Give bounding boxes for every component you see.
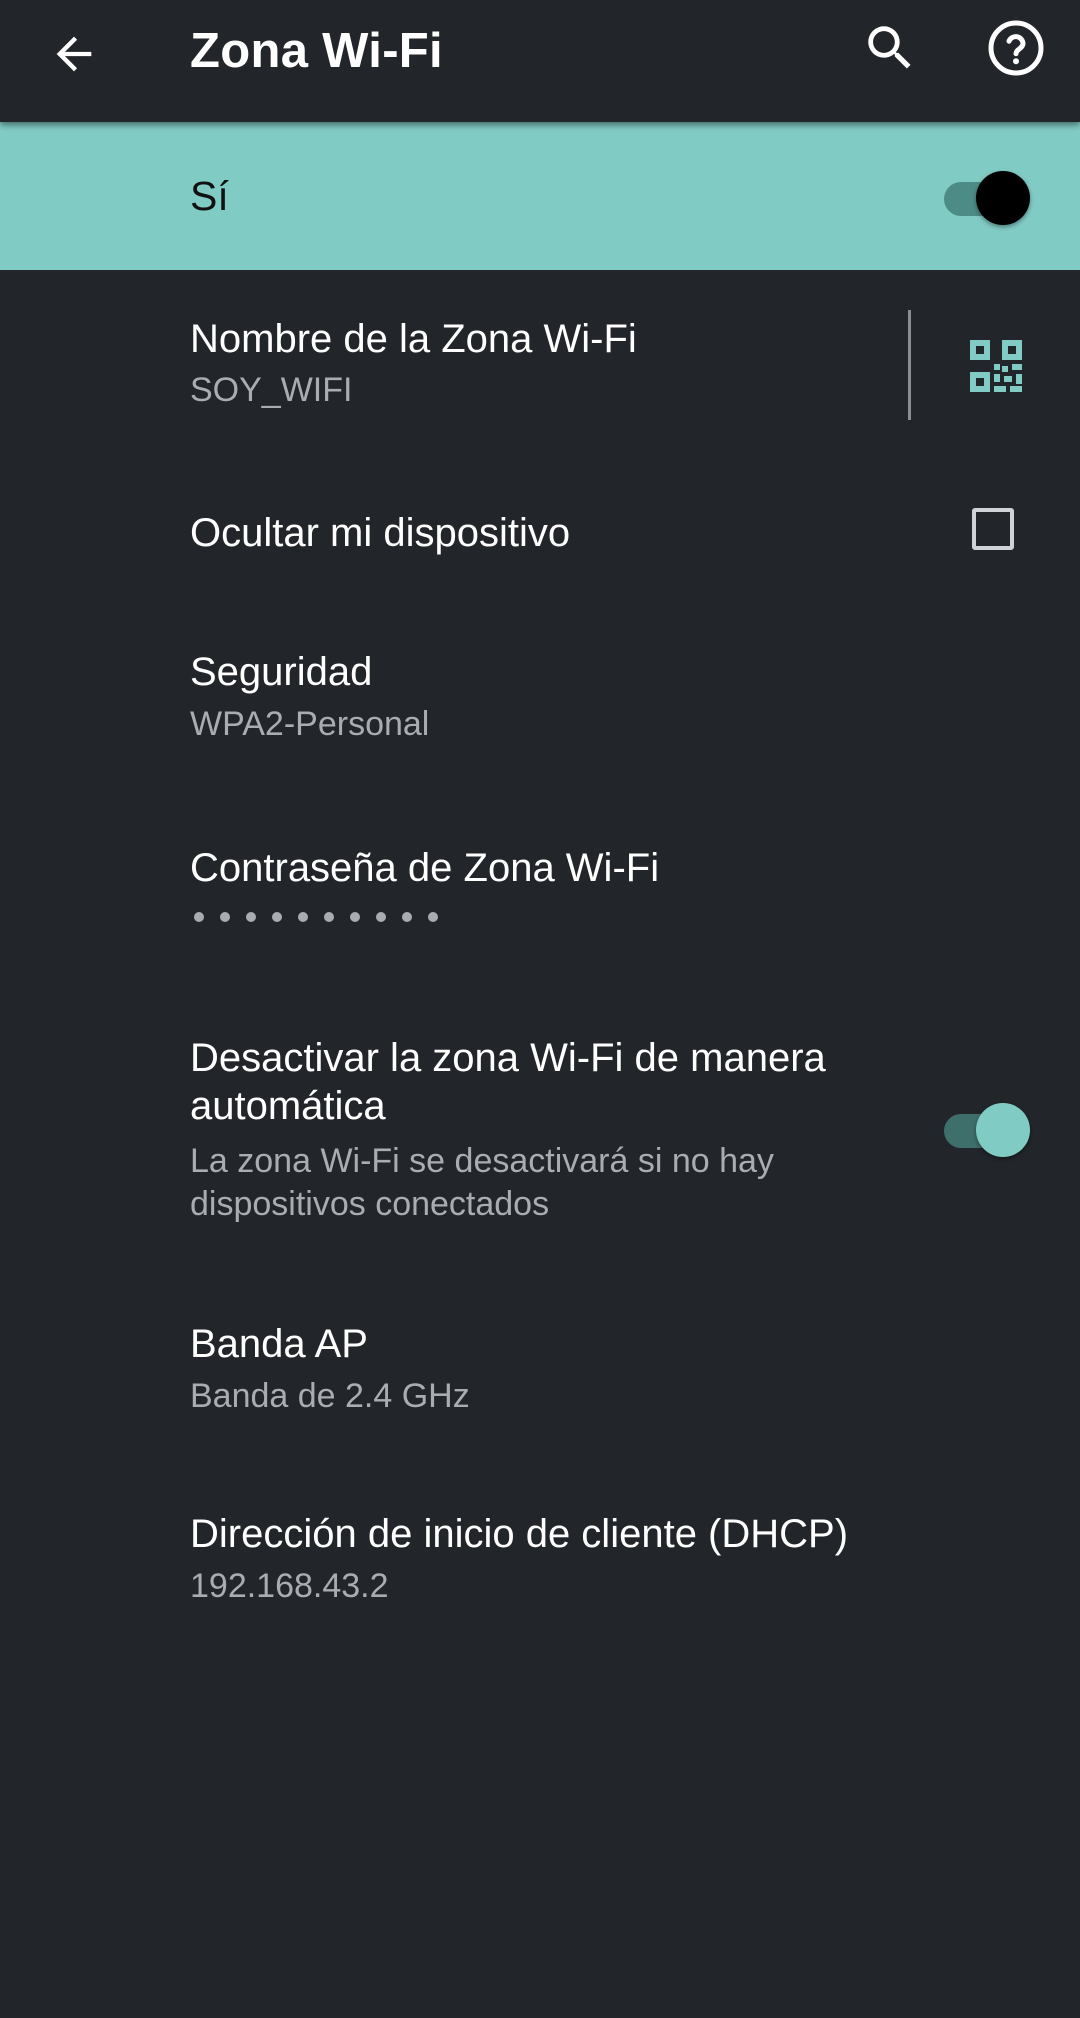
masked-password [194, 912, 438, 922]
preference-security[interactable]: Seguridad WPA2-Personal [0, 620, 1080, 800]
preference-summary: WPA2-Personal [190, 705, 430, 743]
hide-device-checkbox[interactable] [972, 508, 1014, 550]
page-title: Zona Wi-Fi [190, 24, 443, 78]
switch-thumb [976, 1103, 1030, 1157]
qr-code-button[interactable] [970, 340, 1022, 392]
preference-dhcp[interactable]: Dirección de inicio de cliente (DHCP) 19… [0, 1480, 1080, 1660]
vertical-divider [908, 310, 911, 420]
preference-summary-line1: La zona Wi-Fi se desactivará si no hay [190, 1142, 774, 1180]
preference-summary: Banda de 2.4 GHz [190, 1377, 470, 1415]
preference-title: Seguridad [190, 650, 373, 694]
preference-summary-line2: dispositivos conectados [190, 1185, 550, 1223]
search-button[interactable] [856, 14, 924, 82]
preference-password[interactable]: Contraseña de Zona Wi-Fi [0, 810, 1080, 990]
preference-hotspot-name[interactable]: Nombre de la Zona Wi-Fi SOY_WIFI [0, 270, 1080, 460]
preference-summary: 192.168.43.2 [190, 1567, 389, 1605]
toolbar: Zona Wi-Fi [0, 0, 1080, 122]
hotspot-settings-screen: Zona Wi-Fi Sí Nombre de la Zona Wi-Fi SO… [0, 0, 1080, 2018]
preference-ap-band[interactable]: Banda AP Banda de 2.4 GHz [0, 1290, 1080, 1470]
arrow-back-icon [56, 36, 92, 72]
help-circle-icon [988, 20, 1044, 76]
help-button[interactable] [982, 14, 1050, 82]
preference-title: Dirección de inicio de cliente (DHCP) [190, 1512, 849, 1556]
qr-code-icon [970, 340, 1022, 392]
preference-title: Ocultar mi dispositivo [190, 511, 571, 555]
master-switch-label: Sí [190, 173, 229, 219]
auto-off-toggle[interactable] [940, 1098, 1030, 1158]
switch-thumb [976, 171, 1030, 225]
preference-hide-device[interactable]: Ocultar mi dispositivo [0, 460, 1080, 600]
preference-auto-off[interactable]: Desactivar la zona Wi-Fi de manera autom… [0, 1010, 1080, 1250]
search-icon [868, 26, 911, 69]
preference-title: Nombre de la Zona Wi-Fi [190, 317, 637, 361]
preference-title: Contraseña de Zona Wi-Fi [190, 846, 660, 890]
preference-title-line2: automática [190, 1084, 386, 1128]
master-switch-toggle[interactable] [940, 166, 1030, 226]
preference-summary: SOY_WIFI [190, 371, 353, 409]
back-button[interactable] [40, 20, 108, 88]
preference-title-line1: Desactivar la zona Wi-Fi de manera [190, 1036, 826, 1080]
preference-title: Banda AP [190, 1322, 368, 1366]
master-switch-bar[interactable]: Sí [0, 122, 1080, 270]
